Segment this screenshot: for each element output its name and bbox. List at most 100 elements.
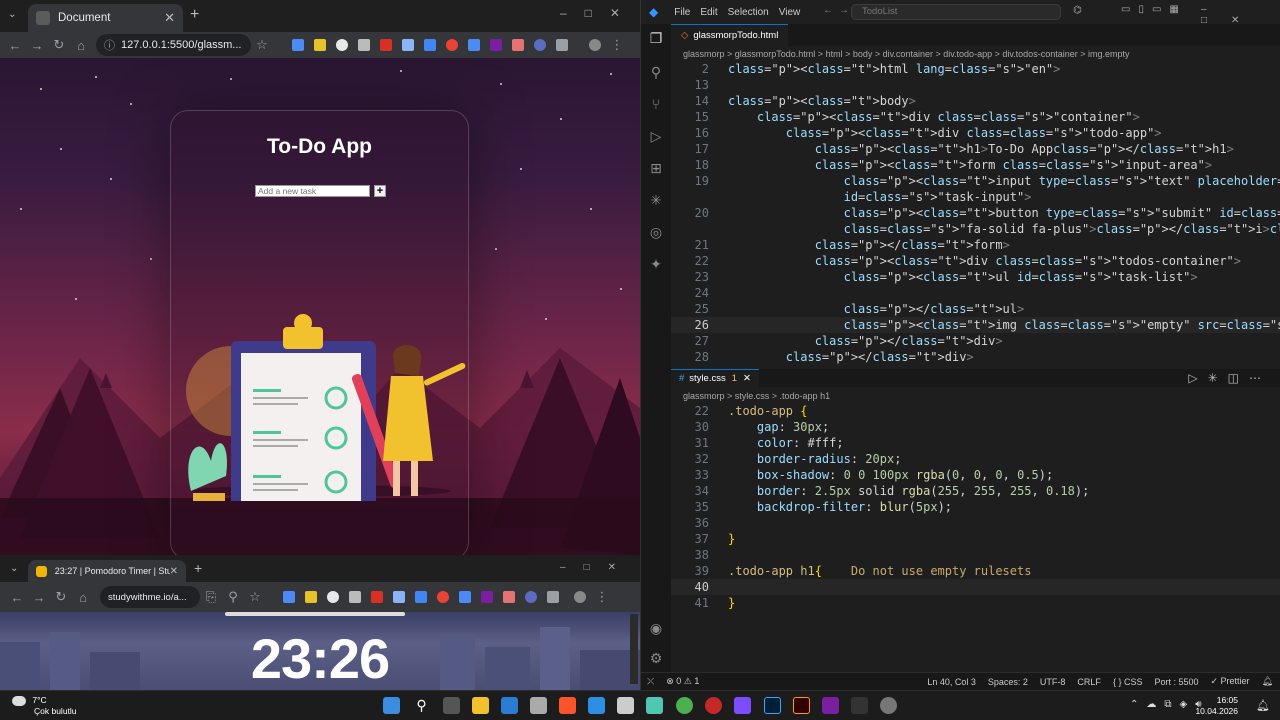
nav-back-icon[interactable]: ← <box>823 5 833 16</box>
extension-icon[interactable] <box>336 39 348 51</box>
source-control-icon[interactable]: ⑂ <box>648 96 664 112</box>
css-editor[interactable]: 22 .todo-app {30 gap: 30px; 31 color: #fff… <box>671 403 1280 611</box>
settings-icon[interactable] <box>880 697 897 714</box>
tab-document[interactable]: Document ✕ <box>28 4 183 32</box>
code-line[interactable]: 13 <box>671 77 1280 93</box>
problems-indicator[interactable]: ⊗ 0 ⚠ 1 <box>666 676 699 687</box>
encoding[interactable]: UTF-8 <box>1040 677 1066 687</box>
reload-icon[interactable]: ↻ <box>48 37 70 53</box>
tab-css-file[interactable]: # style.css 1 ✕ <box>671 369 759 387</box>
notifications-icon[interactable]: 🔔︎ <box>1262 676 1273 687</box>
onenote-icon[interactable] <box>822 697 839 714</box>
code-line[interactable]: 25 class="p"></class="t">ul> <box>671 301 1280 317</box>
code-line[interactable]: 40 <box>671 579 1280 595</box>
task-view-icon[interactable] <box>443 697 460 714</box>
extension-icon[interactable] <box>283 591 295 603</box>
zoom-icon[interactable]: ⚲ <box>222 589 244 605</box>
new-tab-button[interactable]: + <box>194 560 202 576</box>
tab-search-icon[interactable]: ⌄ <box>8 9 16 20</box>
code-line[interactable]: 18 class="p"><class="t">form class=class… <box>671 157 1280 173</box>
extension-icon[interactable] <box>446 39 458 51</box>
code-line[interactable]: 27 class="p"></class="t">div> <box>671 333 1280 349</box>
outlook-icon[interactable] <box>501 697 518 714</box>
translate-icon[interactable]: ⎘ <box>200 589 222 605</box>
extension-icon[interactable] <box>371 591 383 603</box>
extension-icon[interactable] <box>468 39 480 51</box>
code-line[interactable]: 16 class="p"><class="t">div class=class=… <box>671 125 1280 141</box>
bookmark-star-icon[interactable]: ☆ <box>244 589 266 605</box>
opera-icon[interactable] <box>705 697 722 714</box>
file-explorer-icon[interactable] <box>472 697 489 714</box>
layout-icons[interactable]: ▭▯▭▦ <box>1121 4 1187 15</box>
notes-icon[interactable] <box>646 697 663 714</box>
tab-search-icon[interactable]: ⌄ <box>10 563 18 574</box>
code-line[interactable]: 15 class="p"><class="t">div class=class=… <box>671 109 1280 125</box>
prettier-status[interactable]: ✓ Prettier <box>1211 676 1250 687</box>
window-controls[interactable]: –□✕ <box>560 6 638 20</box>
code-line[interactable]: 37} <box>671 531 1280 547</box>
home-icon[interactable]: ⌂ <box>72 590 94 605</box>
breadcrumb-html[interactable]: glassmorp > glassmorpTodo.html > html > … <box>671 46 1280 62</box>
terminal-icon[interactable] <box>617 697 634 714</box>
copilot-icon[interactable]: ⌬ <box>1073 5 1082 16</box>
code-line[interactable]: 32 border-radius: 20px; <box>671 451 1280 467</box>
search-icon[interactable]: ⚲ <box>648 64 664 80</box>
extension-icon[interactable] <box>380 39 392 51</box>
vscode-icon[interactable] <box>588 697 605 714</box>
extension-icon[interactable] <box>459 591 471 603</box>
window-controls[interactable]: –□✕ <box>1201 4 1280 26</box>
command-center-search[interactable]: TodoList <box>851 4 1061 20</box>
code-line[interactable]: id=class="s">"task-input"> <box>671 189 1280 205</box>
extensions-icon[interactable]: ⊞ <box>648 160 664 176</box>
extension-icon[interactable] <box>314 39 326 51</box>
code-line[interactable]: 39 .todo-app h1{ Do not use empty ruleset… <box>671 563 1280 579</box>
home-icon[interactable]: ⌂ <box>70 38 92 53</box>
forward-icon[interactable]: → <box>28 590 50 605</box>
html-editor[interactable]: 2 class="p"><class="t">html lang=class="s… <box>671 61 1280 367</box>
code-line[interactable]: 34 border: 2.5px solid rgba(255, 255, 25… <box>671 483 1280 499</box>
close-tab-icon[interactable]: ✕ <box>170 566 178 577</box>
extension-icon[interactable] <box>349 591 361 603</box>
address-bar[interactable]: studywithme.io/a... <box>100 586 200 608</box>
code-line[interactable]: 24 <box>671 285 1280 301</box>
clock[interactable]: 16:05 10.04.2026 <box>1195 695 1238 717</box>
extension-icon[interactable] <box>305 591 317 603</box>
ai-icon[interactable]: ✳ <box>648 192 664 208</box>
extension-icon[interactable] <box>327 591 339 603</box>
code-line[interactable]: 22 .todo-app { <box>671 403 1280 419</box>
code-line[interactable]: 28 class="p"></class="t">div> <box>671 349 1280 365</box>
address-bar[interactable]: ⓘ 127.0.0.1:5500/glassm... <box>96 34 251 56</box>
copilot-icon[interactable] <box>734 697 751 714</box>
brave-icon[interactable] <box>559 697 576 714</box>
code-line[interactable]: 14 class="p"><class="t">body> <box>671 93 1280 109</box>
window-controls[interactable]: –□✕ <box>560 562 634 573</box>
extension-icon[interactable] <box>534 39 546 51</box>
code-line[interactable]: class=class="s">"fa-solid fa-plus">class… <box>671 221 1280 237</box>
new-tab-button[interactable]: + <box>190 6 199 24</box>
run-debug-icon[interactable]: ▷ <box>648 128 664 144</box>
extension-icon[interactable] <box>437 591 449 603</box>
photoshop-icon[interactable] <box>764 697 781 714</box>
bookmark-star-icon[interactable]: ☆ <box>251 37 273 53</box>
cursor-position[interactable]: Ln 40, Col 3 <box>927 677 976 687</box>
tab-html-file[interactable]: ◇ glassmorpTodo.html <box>671 24 789 46</box>
back-icon[interactable]: ← <box>6 590 28 605</box>
code-line[interactable]: 17 class="p"><class="t">h1>To-Do Appclas… <box>671 141 1280 157</box>
add-task-button[interactable]: + <box>374 185 386 197</box>
sparkle-icon[interactable]: ✦ <box>648 256 664 272</box>
robot-icon[interactable]: ◎ <box>648 224 664 240</box>
app-icon[interactable] <box>851 697 868 714</box>
indentation[interactable]: Spaces: 2 <box>988 677 1028 687</box>
code-line[interactable]: 36 <box>671 515 1280 531</box>
back-icon[interactable]: ← <box>4 38 26 53</box>
close-tab-icon[interactable]: ✕ <box>743 373 751 384</box>
puzzle-icon[interactable] <box>547 591 559 603</box>
menu-view[interactable]: View <box>779 7 801 18</box>
more-menu-icon[interactable]: ⋮ <box>606 37 628 53</box>
tab-pomodoro[interactable]: 23:27 | Pomodoro Timer | Study ✕ <box>28 560 186 582</box>
code-line[interactable]: 33 box-shadow: 0 0 100px rgba(0, 0, 0, 0… <box>671 467 1280 483</box>
extension-icon[interactable] <box>424 39 436 51</box>
extension-icon[interactable] <box>525 591 537 603</box>
remote-icon[interactable]: ⤬ <box>647 676 654 687</box>
breadcrumb-css[interactable]: glassmorp > style.css > .todo-app h1 <box>671 388 1280 404</box>
